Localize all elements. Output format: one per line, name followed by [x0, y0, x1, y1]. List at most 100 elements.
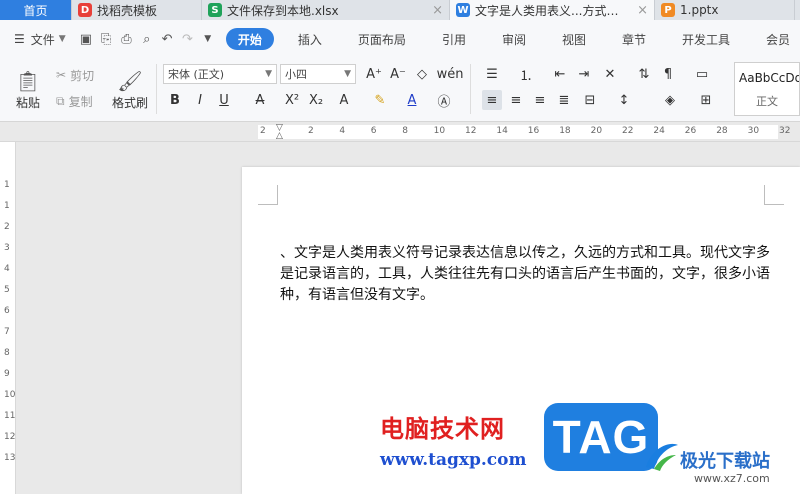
subscript-icon[interactable]: X₂ — [306, 90, 326, 110]
font-size-select[interactable]: 小四 ▼ — [280, 64, 356, 84]
underline-icon[interactable]: U — [214, 90, 234, 110]
ruler-number: 18 — [559, 126, 571, 136]
tab-3[interactable]: W 文字是人类用表义...方式和工具(1)× — [450, 0, 655, 20]
tab-home[interactable]: 首页 — [0, 0, 72, 20]
menu-tab-4[interactable]: 审阅 — [492, 31, 536, 48]
paste-button[interactable]: 📋︎ 粘贴 — [8, 62, 48, 116]
vruler-number: 4 — [4, 264, 10, 274]
ruler-number: 10 — [433, 126, 446, 136]
file-menu-label: 文件 — [30, 32, 55, 47]
bullet-list-icon[interactable]: ☰ — [482, 64, 502, 84]
outdent-icon[interactable]: ⇤ — [550, 64, 570, 84]
highlight-icon[interactable]: ✎ — [370, 90, 390, 110]
vruler-number: 7 — [4, 327, 10, 337]
justify-icon[interactable]: ≣ — [554, 90, 574, 110]
font-name-select[interactable]: 宋体 (正文) ▼ — [163, 64, 277, 84]
close-icon[interactable]: × — [424, 3, 443, 18]
cut-button[interactable]: ✂ 剪切 — [56, 66, 94, 84]
align-right-icon[interactable]: ≡ — [530, 90, 550, 110]
ruler-number: 2 — [260, 126, 266, 136]
ruler-number: 8 — [402, 126, 408, 136]
document-body-text[interactable]: 、文字是人类用表义符号记录表达信息以传之，久远的方式和工具。现代文字多是记录语言… — [280, 243, 770, 306]
italic-icon[interactable]: I — [190, 90, 210, 110]
grow-font-icon[interactable]: A⁺ — [364, 64, 384, 84]
vruler-number: 9 — [4, 369, 10, 379]
menu-tab-0[interactable]: 开始 — [225, 28, 274, 50]
pinyin-icon[interactable]: wén — [436, 64, 464, 84]
style-name: 正文 — [756, 95, 778, 108]
menu-tab-1[interactable]: 插入 — [288, 31, 332, 48]
copy-button[interactable]: ⧉ 复制 — [56, 92, 93, 110]
preview-icon[interactable]: ⌕ — [140, 30, 154, 48]
slides-icon: P — [661, 3, 675, 17]
distribute-icon[interactable]: ⊟ — [580, 90, 600, 110]
shading-icon[interactable]: ◈ — [660, 90, 680, 110]
horizontal-ruler[interactable]: 2 2 4 6 8 10 12 14 16 18 20 22 24 26 28 30 32 ▽ △ — [0, 122, 800, 142]
close-icon[interactable]: × — [629, 3, 648, 18]
vertical-ruler[interactable]: 1 1 2 3 4 5 6 7 8 9 10 11 12 13 — [0, 142, 16, 494]
menu-tab-2[interactable]: 页面布局 — [348, 31, 416, 48]
align-center-icon[interactable]: ≡ — [506, 90, 526, 110]
ruler-number: 20 — [590, 126, 603, 136]
borders-icon[interactable]: ⊞ — [696, 90, 716, 110]
ruler-number: 28 — [716, 126, 728, 136]
more-icon[interactable]: ▼ — [201, 30, 215, 48]
tab-label: 1.pptx — [680, 3, 719, 17]
style-normal[interactable]: AaBbCcDd 正文 — [734, 62, 800, 116]
font-size-value: 小四 — [285, 68, 307, 81]
ruler-number: 2 — [308, 126, 314, 136]
undo-icon[interactable]: ↶ — [160, 30, 174, 48]
menu-tab-6[interactable]: 章节 — [612, 31, 656, 48]
menu-tab-8[interactable]: 会员 — [756, 31, 800, 48]
margin-corner — [764, 185, 784, 205]
redo-icon[interactable]: ↷ — [180, 30, 194, 48]
superscript-icon[interactable]: X² — [282, 90, 302, 110]
menu-tab-7[interactable]: 开发工具 — [672, 31, 740, 48]
chevron-down-icon: ▼ — [265, 69, 272, 79]
site-logo-icon — [642, 437, 680, 475]
line-spacing-icon[interactable]: ↕ — [614, 90, 634, 110]
document-page[interactable]: 、文字是人类用表义符号记录表达信息以传之，久远的方式和工具。现代文字多是记录语言… — [242, 167, 800, 494]
bold-icon[interactable]: B — [165, 90, 185, 110]
shrink-font-icon[interactable]: A⁻ — [388, 64, 408, 84]
ruler-number: 14 — [496, 126, 508, 136]
align-left-icon[interactable]: ≡ — [482, 90, 502, 110]
number-list-icon[interactable]: ⒈ — [516, 64, 536, 84]
file-menu[interactable]: 文件 ▼ — [29, 31, 76, 48]
export-icon[interactable]: ⎘ — [99, 30, 113, 48]
text-effect-icon[interactable]: A — [334, 90, 354, 110]
show-marks-icon[interactable]: ¶ — [658, 64, 678, 84]
sort-icon[interactable]: ⇅ — [634, 64, 654, 84]
margin-corner — [258, 185, 278, 205]
chinese-layout-icon[interactable]: ✕ — [600, 64, 620, 84]
format-painter-button[interactable]: 🖌︎ 格式刷 — [108, 62, 152, 116]
ruler-number: 12 — [465, 126, 477, 136]
char-border-icon[interactable]: Ⓐ — [434, 90, 454, 110]
indent-icon[interactable]: ⇥ — [574, 64, 594, 84]
tab-ruler-icon[interactable]: ▭ — [692, 64, 712, 84]
divider — [156, 64, 157, 114]
ruler-number: 22 — [622, 126, 634, 136]
brush-icon: 🖌︎ — [117, 68, 143, 93]
cut-label: 剪切 — [70, 68, 95, 83]
tab-1[interactable]: D 找稻壳模板 — [72, 0, 202, 20]
ruler-number: 32 — [779, 126, 791, 136]
menu-tab-3[interactable]: 引用 — [432, 31, 476, 48]
vruler-number: 11 — [4, 411, 16, 421]
ruler-number: 4 — [339, 126, 346, 136]
menu-tab-5[interactable]: 视图 — [552, 31, 596, 48]
save-icon[interactable]: ▣ — [79, 30, 93, 48]
font-color-icon[interactable]: A — [402, 90, 422, 110]
ruler-number: 26 — [684, 126, 697, 136]
strikethrough-icon[interactable]: A — [250, 90, 270, 110]
vruler-number: 1 — [4, 180, 10, 190]
vruler-number: 3 — [4, 243, 10, 253]
format-painter-label: 格式刷 — [111, 95, 148, 110]
vruler-number: 8 — [4, 348, 10, 358]
tab-2[interactable]: S 文件保存到本地.xlsx × — [202, 0, 450, 20]
menu-icon[interactable]: ☰ — [0, 32, 29, 46]
print-icon[interactable]: ⎙ — [119, 30, 133, 48]
tab-4[interactable]: P 1.pptx — [655, 0, 795, 20]
indent-marker[interactable]: ▽ △ — [276, 124, 284, 141]
clear-format-icon[interactable]: ◇ — [412, 64, 432, 84]
